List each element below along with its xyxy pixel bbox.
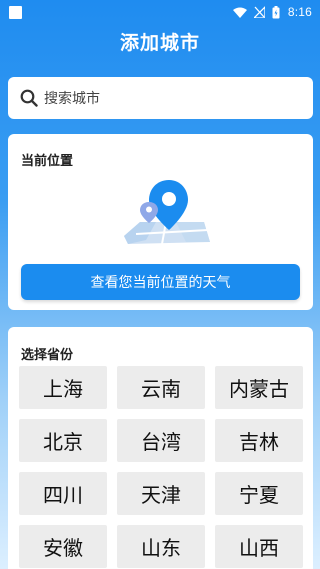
search-placeholder: 搜索城市: [44, 91, 100, 107]
search-input[interactable]: 搜索城市: [8, 77, 313, 119]
current-location-card: 当前位置 查看您当前位置的天气: [8, 134, 313, 310]
search-icon: [20, 89, 38, 107]
view-current-location-weather-button[interactable]: 查看您当前位置的天气: [21, 264, 300, 300]
notification-icon: [9, 5, 22, 19]
province-item[interactable]: 宁夏: [215, 472, 303, 515]
map-pin-icon: [124, 180, 210, 245]
province-item[interactable]: 云南: [117, 366, 205, 409]
province-item[interactable]: 天津: [117, 472, 205, 515]
province-item[interactable]: 上海: [19, 366, 107, 409]
status-time: 8:16: [287, 5, 312, 19]
status-bar: 8:16: [0, 0, 320, 24]
page-title: 添加城市: [119, 32, 200, 54]
province-item[interactable]: 北京: [19, 419, 107, 462]
province-item[interactable]: 山西: [215, 525, 303, 568]
province-card: 选择省份 上海 云南 内蒙古 北京 台湾 吉林 四川 天津 宁夏 安徽 山东 山…: [8, 327, 313, 569]
current-location-title: 当前位置: [21, 154, 74, 169]
province-section-title: 选择省份: [21, 348, 74, 363]
wifi-icon: [232, 7, 247, 18]
province-item[interactable]: 山东: [117, 525, 205, 568]
province-item[interactable]: 台湾: [117, 419, 205, 462]
province-item[interactable]: 吉林: [215, 419, 303, 462]
province-item[interactable]: 内蒙古: [215, 366, 303, 409]
no-signal-icon: [253, 6, 265, 18]
status-right: 8:16: [232, 5, 312, 19]
province-item[interactable]: 四川: [19, 472, 107, 515]
battery-icon: [272, 5, 280, 18]
province-item[interactable]: 安徽: [19, 525, 107, 568]
status-icons: [232, 5, 280, 19]
province-grid: 上海 云南 内蒙古 北京 台湾 吉林 四川 天津 宁夏 安徽 山东 山西: [19, 366, 303, 568]
